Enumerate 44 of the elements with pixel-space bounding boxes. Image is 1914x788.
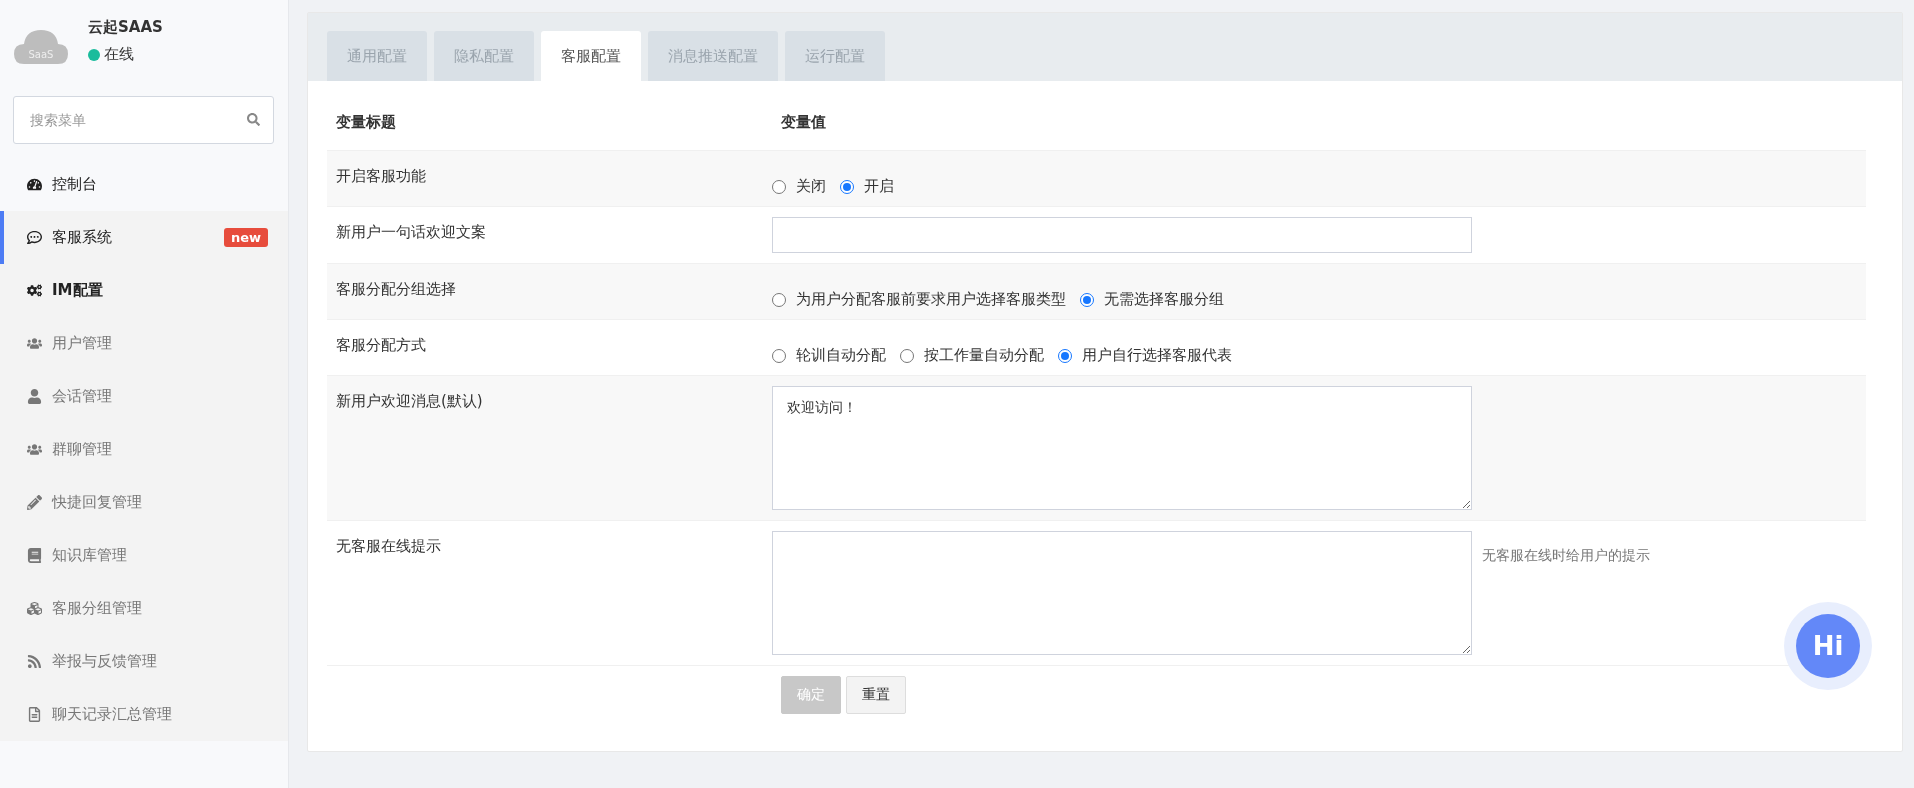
radio-label[interactable]: 无需选择客服分组	[1104, 290, 1224, 309]
radio-label[interactable]: 开启	[864, 177, 894, 196]
brand-name: 云起SAAS	[88, 18, 163, 37]
pencil-icon	[27, 495, 42, 510]
new-badge: new	[223, 228, 268, 247]
input-field[interactable]	[772, 217, 1472, 253]
book-icon	[27, 548, 42, 563]
radio-button[interactable]	[772, 348, 786, 363]
user-icon	[27, 389, 42, 404]
radio-label[interactable]: 关闭	[796, 177, 826, 196]
rss-icon	[27, 654, 42, 669]
document-icon	[27, 707, 42, 722]
hint-text: 无客服在线时给用户的提示	[1482, 546, 1650, 565]
search-icon[interactable]	[247, 113, 260, 126]
radio-label[interactable]: 为用户分配客服前要求用户选择客服类型	[796, 290, 1066, 309]
gears-icon	[27, 283, 42, 298]
radio-button[interactable]	[1058, 348, 1072, 363]
column-header: 变量标题	[335, 112, 397, 133]
row-label: 新用户一句话欢迎文案	[335, 222, 487, 243]
users-icon	[27, 336, 42, 351]
radio-label[interactable]: 按工作量自动分配	[924, 346, 1044, 365]
speech-bubble-icon	[27, 230, 42, 245]
radio-button[interactable]	[900, 348, 914, 363]
row-label: 客服分配方式	[335, 335, 427, 356]
gauge-icon	[27, 177, 42, 192]
reset-button[interactable]: 重置	[846, 676, 906, 714]
search-field[interactable]: 搜索菜单	[13, 96, 274, 144]
tab[interactable]: 客服配置	[541, 31, 641, 81]
row-label: 开启客服功能	[335, 166, 427, 187]
column-header: 变量值	[780, 112, 827, 133]
cubes-icon	[27, 601, 42, 616]
status-text: 在线	[104, 45, 134, 64]
radio-button[interactable]	[1080, 292, 1094, 307]
text-area[interactable]: 欢迎访问！	[772, 386, 1472, 510]
radio-label[interactable]: 用户自行选择客服代表	[1082, 346, 1232, 365]
users-icon	[27, 442, 42, 457]
radio-label[interactable]: 轮训自动分配	[796, 346, 886, 365]
row-label: 新用户欢迎消息(默认)	[335, 391, 484, 412]
menu-item[interactable]: 控制台	[0, 158, 288, 211]
radio-button[interactable]	[772, 292, 786, 307]
row-label: 客服分配分组选择	[335, 279, 457, 300]
radio-button[interactable]	[772, 179, 786, 194]
radio-button[interactable]	[840, 179, 854, 194]
row-label: 无客服在线提示	[335, 536, 442, 557]
